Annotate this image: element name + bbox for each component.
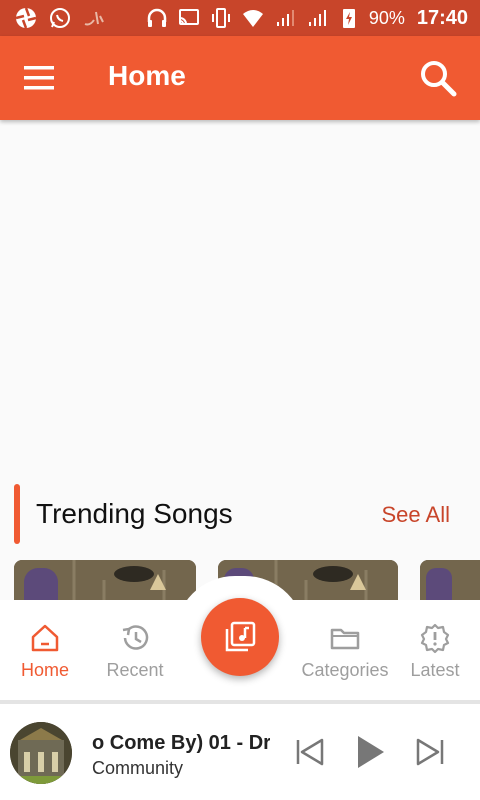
status-right-icons: 90% 17:40 [145, 6, 480, 30]
nav-item-categories[interactable]: Categories [300, 622, 390, 681]
search-icon[interactable] [418, 58, 458, 98]
album-art[interactable] [10, 722, 72, 784]
clock: 17:40 [416, 6, 468, 29]
app-bar: Home [0, 36, 480, 120]
folder-icon [330, 628, 360, 650]
battery-charging-icon [342, 9, 355, 28]
status-left-icons [0, 6, 106, 30]
trending-song-thumbnail[interactable] [14, 560, 196, 604]
page-title: Home [108, 60, 186, 91]
section-title: Trending Songs [36, 498, 233, 529]
history-icon [122, 625, 149, 650]
signal-icon [308, 10, 326, 26]
wifi-icon [242, 10, 263, 27]
music-library-icon [225, 621, 256, 652]
mosque-interior-image [420, 560, 480, 604]
arabic-app-icon [84, 11, 104, 26]
skip-next-icon[interactable] [410, 732, 450, 772]
hamburger-icon[interactable] [22, 60, 62, 96]
headphones-icon [147, 8, 167, 27]
play-icon[interactable] [350, 732, 390, 772]
nav-label: Recent [106, 660, 164, 680]
see-all-link[interactable]: See All [382, 502, 451, 528]
signal-icon [276, 10, 294, 26]
nav-item-recent[interactable]: Recent [90, 622, 180, 681]
alert-badge-icon [420, 623, 450, 654]
nav-item-home[interactable]: Home [0, 622, 90, 681]
battery-percent: 90% [368, 7, 405, 28]
album-art-image [10, 722, 72, 784]
banner-area [0, 120, 480, 480]
mosque-interior-image [14, 560, 196, 604]
nav-label: Categories [301, 660, 389, 680]
mini-player[interactable]: o Come By) 01 - Dr Community [0, 704, 480, 800]
nav-item-latest[interactable]: Latest [390, 622, 480, 681]
cast-icon [178, 9, 199, 25]
aperture-icon [15, 7, 37, 29]
bottom-navigation: Home Recent Categories Latest [0, 576, 480, 700]
vibrate-icon [211, 8, 230, 28]
music-library-button[interactable] [201, 598, 279, 676]
now-playing-artist: Community [92, 758, 184, 778]
now-playing-title: o Come By) 01 - Dr [92, 732, 270, 754]
nav-label: Home [20, 660, 69, 680]
whatsapp-icon [50, 8, 70, 28]
section-accent-bar [14, 484, 20, 544]
skip-previous-icon[interactable] [290, 732, 330, 772]
status-bar: 90% 17:40 [0, 0, 480, 36]
nav-label: Latest [410, 660, 460, 680]
trending-song-thumbnail[interactable] [420, 560, 480, 604]
home-icon [31, 624, 59, 652]
